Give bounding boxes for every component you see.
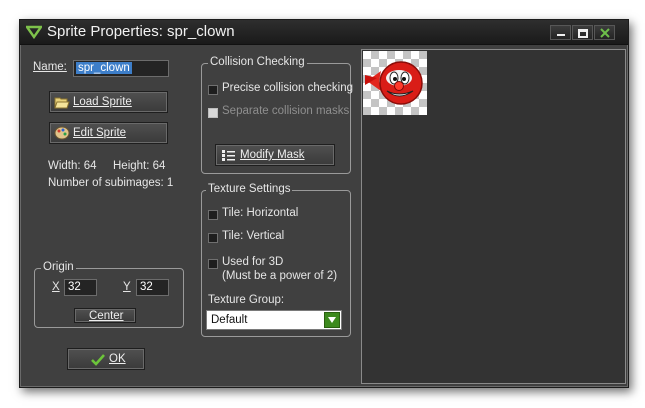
texture-group-select[interactable]: Default	[206, 310, 342, 330]
load-sprite-button[interactable]: Load Sprite	[49, 91, 168, 113]
close-icon	[600, 28, 610, 38]
origin-x-label: X	[52, 281, 60, 293]
name-value: spr_clown	[76, 62, 132, 74]
separate-masks-checkbox[interactable]	[208, 108, 218, 118]
checkmark-icon	[91, 354, 105, 366]
texture-legend: Texture Settings	[206, 183, 293, 195]
open-folder-icon	[54, 97, 70, 109]
sprite-preview-panel	[361, 49, 626, 384]
ok-label: OK	[109, 353, 126, 365]
tile-horizontal-checkbox[interactable]	[208, 210, 218, 220]
clown-sprite-icon	[365, 61, 423, 105]
origin-legend: Origin	[41, 261, 76, 273]
precise-collision-label: Precise collision checking	[222, 82, 354, 94]
collision-legend: Collision Checking	[208, 56, 307, 68]
title-bar[interactable]: Sprite Properties: spr_clown	[20, 20, 628, 45]
dropdown-arrow[interactable]	[324, 312, 340, 328]
used-3d-checkbox[interactable]	[208, 259, 218, 269]
origin-y-input[interactable]: 32	[136, 279, 169, 296]
minimize-button[interactable]	[550, 25, 571, 40]
name-label: Name:	[33, 61, 67, 73]
collision-group: Collision Checking Precise collision che…	[201, 56, 354, 174]
precise-collision-checkbox[interactable]	[208, 85, 218, 95]
modify-mask-label: Modify Mask	[240, 149, 305, 161]
load-sprite-label: Load Sprite	[73, 96, 132, 108]
close-button[interactable]	[594, 25, 615, 40]
tile-horizontal-label: Tile: Horizontal	[222, 207, 299, 219]
used-3d-label: Used for 3D	[222, 256, 284, 268]
sprite-properties-window: Sprite Properties: spr_clown Name: spr_c…	[19, 19, 629, 388]
height-text: Height: 64	[113, 160, 166, 172]
edit-sprite-label: Edit Sprite	[73, 127, 127, 139]
modify-mask-button[interactable]: Modify Mask	[215, 144, 335, 166]
origin-x-input[interactable]: 32	[64, 279, 97, 296]
sprite-image	[363, 51, 427, 115]
separate-masks-label: Separate collision masks	[222, 105, 350, 117]
window-title: Sprite Properties: spr_clown	[47, 23, 235, 40]
texture-group-label: Texture Group:	[208, 294, 285, 306]
tile-vertical-checkbox[interactable]	[208, 233, 218, 243]
subimages-text: Number of subimages: 1	[48, 177, 174, 189]
texture-group-value: Default	[211, 314, 248, 326]
center-button[interactable]: Center	[74, 308, 136, 323]
origin-y-label: Y	[123, 281, 131, 293]
used-3d-note: (Must be a power of 2)	[222, 270, 338, 282]
tile-vertical-label: Tile: Vertical	[222, 230, 285, 242]
center-label: Center	[89, 310, 124, 322]
name-input[interactable]: spr_clown	[73, 60, 169, 77]
paint-palette-icon	[54, 126, 70, 140]
chevron-down-icon	[328, 317, 336, 323]
width-text: Width: 64	[48, 160, 97, 172]
app-logo-icon	[26, 25, 42, 39]
origin-group: Origin X 32 Y 32 Center	[34, 261, 184, 328]
mask-list-icon	[222, 150, 235, 161]
edit-sprite-button[interactable]: Edit Sprite	[49, 122, 168, 144]
maximize-button[interactable]	[572, 25, 593, 40]
ok-button[interactable]: OK	[67, 348, 145, 370]
